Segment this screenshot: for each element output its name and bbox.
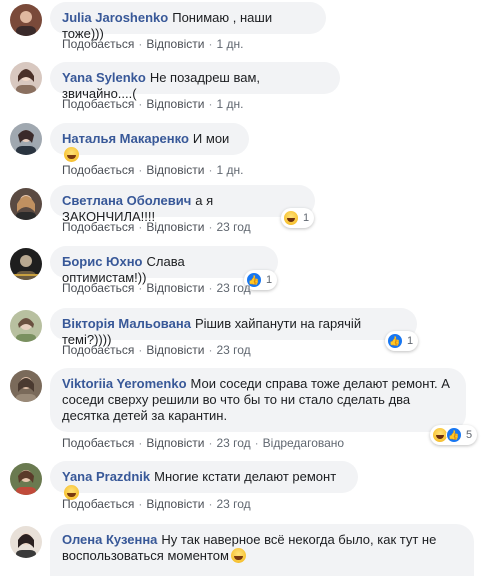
reply-link[interactable]: Відповісти: [146, 343, 204, 357]
avatar[interactable]: [10, 526, 42, 558]
comment-bubble: Julia Jaroshenko Понимаю , наши тоже))): [50, 2, 326, 41]
reply-link[interactable]: Відповісти: [146, 163, 204, 177]
reply-link[interactable]: Відповісти: [146, 497, 204, 511]
comment-author[interactable]: Вікторія Мальована: [62, 316, 191, 331]
avatar[interactable]: [10, 4, 42, 36]
comment-author[interactable]: Julia Jaroshenko: [62, 10, 168, 25]
comment-actions: Подобається · Відповісти · 1 дн.: [62, 163, 244, 177]
comment-author[interactable]: Борис Юхно: [62, 254, 143, 269]
like-link[interactable]: Подобається: [62, 97, 134, 111]
avatar[interactable]: [10, 248, 42, 280]
comment-bubble: Борис Юхно Слава оптимистам!)): [50, 246, 278, 285]
reaction-count: 1: [407, 335, 414, 347]
reply-link[interactable]: Відповісти: [146, 37, 204, 51]
reaction-count: 5: [466, 429, 473, 441]
comment-actions: Подобається · Відповісти · 23 год: [62, 281, 251, 295]
edited-label[interactable]: Відредаговано: [263, 436, 344, 450]
reaction-summary[interactable]: 👍 1: [385, 331, 419, 351]
comment-time[interactable]: 1 дн.: [216, 97, 243, 111]
comment-time[interactable]: 23 год: [216, 497, 250, 511]
comment-bubble: Yana Prazdnik Многие кстати делают ремонт: [50, 461, 358, 500]
comment-bubble: Наталья Макаренко И мои: [50, 123, 249, 162]
like-link[interactable]: Подобається: [62, 220, 134, 234]
like-link[interactable]: Подобається: [62, 281, 134, 295]
haha-reaction-icon: [283, 210, 299, 226]
comment-author[interactable]: Олена Кузенна: [62, 532, 157, 547]
avatar[interactable]: [10, 123, 42, 155]
comment-actions: Подобається · Відповісти · 23 год: [62, 343, 251, 357]
comment-time[interactable]: 23 год: [216, 220, 250, 234]
comment-bubble: Светлана Оболевич а я ЗАКОНЧИЛА!!!!: [50, 185, 315, 224]
comment-time[interactable]: 23 год: [216, 281, 250, 295]
comment-actions: Подобається · Відповісти · 23 год: [62, 497, 251, 511]
comment-author[interactable]: Светлана Оболевич: [62, 193, 191, 208]
avatar[interactable]: [10, 370, 42, 402]
like-link[interactable]: Подобається: [62, 497, 134, 511]
comment-bubble: Олена Кузенна Ну так наверное всё некогда…: [50, 524, 474, 576]
comment-text: Многие кстати делают ремонт: [154, 469, 337, 484]
comment-actions: Подобається · Відповісти · 1 дн.: [62, 97, 244, 111]
avatar[interactable]: [10, 188, 42, 220]
comment-author[interactable]: Viktoriia Yeromenko: [62, 376, 187, 391]
grinning-emoji: [230, 548, 246, 563]
avatar[interactable]: [10, 310, 42, 342]
reaction-count: 1: [303, 212, 310, 224]
comment-actions: Подобається · Відповісти · 23 год · Відредагов…: [62, 436, 345, 450]
reply-link[interactable]: Відповісти: [146, 220, 204, 234]
reply-link[interactable]: Відповісти: [146, 97, 204, 111]
comment-actions: Подобається · Відповісти · 1 дн.: [62, 37, 244, 51]
comment-time[interactable]: 23 год: [216, 343, 250, 357]
reaction-summary[interactable]: 1: [281, 208, 315, 228]
comment-time[interactable]: 23 год: [216, 436, 250, 450]
comment-bubble: Viktoriia Yeromenko Мои соседи справа тож…: [50, 368, 466, 432]
comment-time[interactable]: 1 дн.: [216, 163, 243, 177]
like-link[interactable]: Подобається: [62, 343, 134, 357]
comment-actions: Подобається · Відповісти · 23 год: [62, 220, 251, 234]
avatar[interactable]: [10, 62, 42, 94]
comment-author[interactable]: Yana Prazdnik: [62, 469, 150, 484]
like-link[interactable]: Подобається: [62, 436, 134, 450]
reaction-count: 1: [266, 274, 273, 286]
comment-bubble: Yana Sylenko Не позадреш вам, звичайно...…: [50, 62, 340, 101]
like-link[interactable]: Подобається: [62, 163, 134, 177]
comment-time[interactable]: 1 дн.: [216, 37, 243, 51]
reply-link[interactable]: Відповісти: [146, 436, 204, 450]
grinning-emoji: [64, 147, 79, 162]
like-reaction-icon: 👍: [446, 427, 462, 443]
comment-bubble: Вікторія Мальована Рішив хайпанути на гар…: [50, 308, 417, 347]
avatar[interactable]: [10, 463, 42, 495]
comment-author[interactable]: Наталья Макаренко: [62, 131, 189, 146]
comment-author[interactable]: Yana Sylenko: [62, 70, 146, 85]
like-link[interactable]: Подобається: [62, 37, 134, 51]
like-reaction-icon: 👍: [387, 333, 403, 349]
reaction-summary[interactable]: 👍 5: [430, 425, 478, 445]
comment-text: И мои: [192, 131, 230, 146]
reply-link[interactable]: Відповісти: [146, 281, 204, 295]
